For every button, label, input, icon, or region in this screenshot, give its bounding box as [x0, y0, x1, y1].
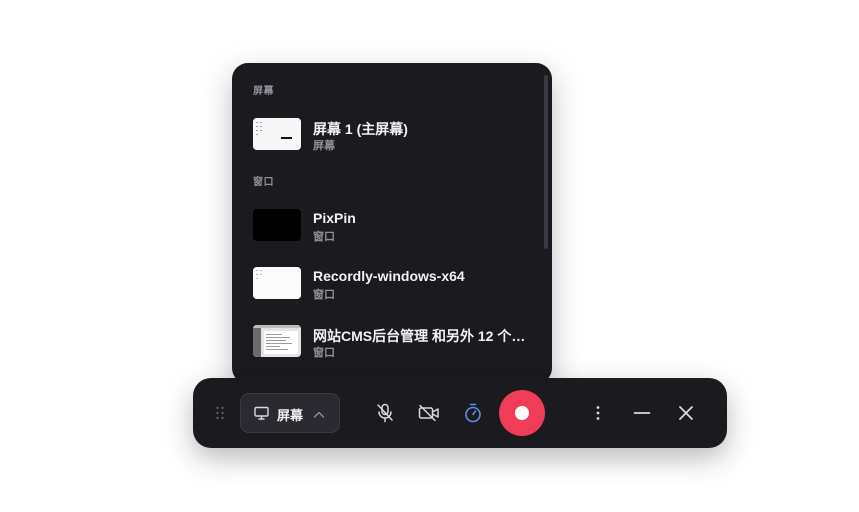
source-item-subtitle: 窗口 — [313, 231, 335, 243]
camera-off-icon[interactable] — [413, 397, 445, 429]
chevron-up-icon — [313, 407, 325, 425]
timer-icon[interactable] — [457, 397, 489, 429]
source-item-title: Recordly-windows-x64 — [313, 268, 465, 284]
windows-section-label: 窗口 — [253, 177, 274, 188]
picker-scrollbar[interactable] — [544, 75, 548, 249]
window-thumbnail — [253, 267, 301, 299]
drag-handle-icon[interactable] — [215, 406, 225, 420]
record-icon — [515, 406, 529, 420]
monitor-icon — [254, 406, 269, 425]
screens-section-label: 屏幕 — [253, 86, 274, 97]
source-item-title: 屏幕 1 (主屏幕) — [313, 121, 408, 137]
minimize-icon[interactable] — [626, 397, 658, 429]
screen-thumbnail — [253, 118, 301, 150]
source-item-window-recordly[interactable]: Recordly-windows-x64 窗口 — [253, 262, 531, 304]
close-icon[interactable] — [670, 397, 702, 429]
source-item-window-edge[interactable]: 网站CMS后台管理 和另外 12 个页面 - 个人 - Microsoft Ed… — [253, 320, 531, 362]
source-item-screen-1[interactable]: 屏幕 1 (主屏幕) 屏幕 — [253, 113, 531, 155]
source-item-subtitle: 窗口 — [313, 289, 335, 301]
more-vertical-icon[interactable] — [582, 397, 614, 429]
source-item-title: PixPin — [313, 210, 356, 226]
source-item-window-pixpin[interactable]: PixPin 窗口 — [253, 204, 531, 246]
record-button[interactable] — [499, 390, 545, 436]
source-select-button[interactable]: 屏幕 — [240, 393, 340, 433]
source-item-subtitle: 窗口 — [313, 347, 335, 359]
window-thumbnail — [253, 325, 301, 357]
source-select-label: 屏幕 — [277, 408, 304, 423]
source-item-subtitle: 屏幕 — [313, 140, 335, 152]
app-stage: 屏幕 屏幕 1 (主屏幕) 屏幕 窗口 PixPin 窗口 Recordly-w… — [0, 0, 859, 512]
recording-toolbar: 屏幕 — [193, 378, 727, 448]
microphone-off-icon[interactable] — [369, 397, 401, 429]
window-thumbnail — [253, 209, 301, 241]
source-picker-popup: 屏幕 屏幕 1 (主屏幕) 屏幕 窗口 PixPin 窗口 Recordly-w… — [232, 63, 552, 384]
source-item-title: 网站CMS后台管理 和另外 12 个页面 - 个人 - Microsoft Ed… — [313, 328, 527, 344]
